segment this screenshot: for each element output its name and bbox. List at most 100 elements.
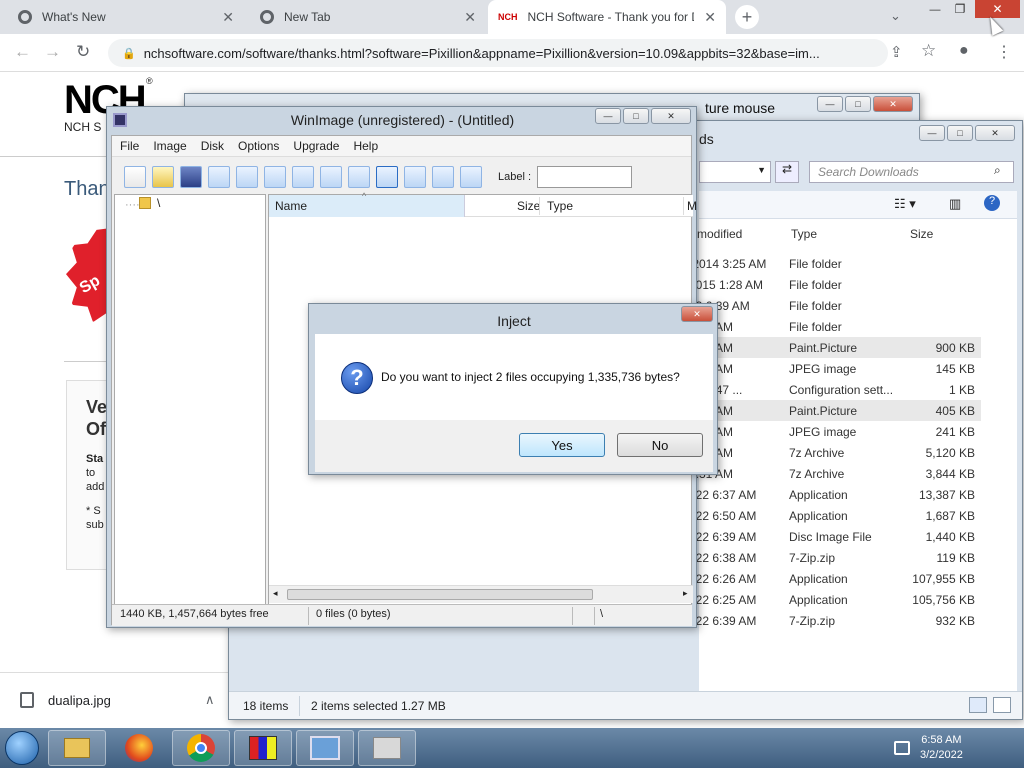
maximize-icon[interactable]: □	[947, 125, 973, 141]
views-icon[interactable]: ☷ ▾	[894, 196, 916, 212]
inject-icon[interactable]	[320, 166, 342, 188]
table-row[interactable]: 022 6:25 AM Application 105,756 KB	[689, 589, 981, 610]
column-modified[interactable]: M	[687, 199, 697, 213]
tree-root[interactable]: \	[157, 196, 160, 210]
maximize-icon[interactable]: □	[623, 108, 649, 124]
table-row[interactable]: 6:30 AM7z Archive5,120 KB	[689, 442, 981, 463]
format-icon[interactable]	[264, 166, 286, 188]
table-row[interactable]: 6:39 AMFile folder	[689, 316, 981, 337]
menu-item-upgrade[interactable]: Upgrade	[293, 139, 339, 153]
profile-icon[interactable]: ●	[959, 42, 969, 60]
refresh-icon[interactable]: ⇄	[775, 161, 799, 183]
properties-icon[interactable]	[348, 166, 370, 188]
extract-icon[interactable]	[292, 166, 314, 188]
menu-icon[interactable]: ⋮	[996, 42, 1012, 62]
table-row[interactable]: 022 6:37 AM Application 13,387 KB	[689, 484, 981, 505]
table-row[interactable]: 5:58 AMPaint.Picture405 KB	[689, 400, 981, 421]
back-icon[interactable]: ←	[14, 42, 31, 62]
sort-name-icon[interactable]	[376, 166, 398, 188]
table-row[interactable]: 6:56 AMJPEG image241 KB	[689, 421, 981, 442]
column-size[interactable]: Size	[910, 227, 933, 241]
column-date-modified[interactable]: modified	[697, 227, 742, 241]
close-icon[interactable]: ✕	[651, 108, 691, 124]
column-type[interactable]: Type	[547, 199, 573, 213]
chrome-taskbar-button[interactable]	[172, 730, 230, 766]
forward-icon[interactable]: →	[44, 42, 61, 62]
menu-item-image[interactable]: Image	[153, 139, 186, 153]
column-size[interactable]: Size	[517, 199, 540, 213]
preview-pane-icon[interactable]: ▥	[949, 196, 961, 212]
details-view-icon[interactable]	[969, 697, 987, 713]
write-disk-icon[interactable]	[236, 166, 258, 188]
inject-dialog[interactable]: Inject ✕ ? Do you want to inject 2 files…	[308, 303, 718, 475]
column-name[interactable]: Name	[275, 199, 307, 213]
column-type[interactable]: Type	[791, 227, 817, 241]
reload-icon[interactable]: ↻	[76, 42, 90, 62]
open-icon[interactable]	[152, 166, 174, 188]
help-icon[interactable]: ?	[984, 195, 1000, 211]
search-input[interactable]: Search Downloads	[809, 161, 1014, 183]
download-item-name[interactable]: dualipa.jpg	[48, 693, 111, 708]
bookmark-star-icon[interactable]: ☆	[921, 41, 936, 61]
close-tab-icon[interactable]: ✕	[704, 9, 716, 26]
menu-item-options[interactable]: Options	[238, 139, 279, 153]
close-icon[interactable]: ✕	[873, 96, 913, 112]
firefox-taskbar-button[interactable]	[110, 730, 168, 766]
clock[interactable]: 6:58 AM 3/2/2022	[920, 733, 963, 763]
tab-search-icon[interactable]: ⌄	[890, 8, 901, 24]
address-dropdown[interactable]: ▼	[699, 161, 771, 183]
printer-taskbar-button[interactable]	[358, 730, 416, 766]
network-icon[interactable]	[894, 741, 910, 755]
minimize-icon[interactable]: —	[817, 96, 843, 112]
horizontal-scrollbar[interactable]: ◂ ▸	[269, 585, 693, 603]
large-icons-view-icon[interactable]	[993, 697, 1011, 713]
label-input[interactable]	[537, 166, 633, 188]
table-row[interactable]: 022 6:39 AM Disc Image File 1,440 KB	[689, 526, 981, 547]
table-row[interactable]: 022 6:39 AM 7-Zip.zip 932 KB	[689, 610, 981, 631]
tab-new-tab[interactable]: New Tab ✕	[250, 0, 486, 34]
menu-item-help[interactable]: Help	[353, 139, 378, 153]
table-row[interactable]: 6:31 AM7z Archive3,844 KB	[689, 463, 981, 484]
download-chevron-icon[interactable]: ∧	[205, 692, 215, 708]
table-row[interactable]: 22 6:39 AM File folder	[689, 295, 981, 316]
maximize-browser-icon[interactable]: ❐	[950, 2, 970, 18]
table-row[interactable]: 6:55 AMJPEG image145 KB	[689, 358, 981, 379]
table-row[interactable]: 6:55 AMPaint.Picture900 KB	[689, 337, 981, 358]
minimize-icon[interactable]: —	[595, 108, 621, 124]
new-image-icon[interactable]	[124, 166, 146, 188]
close-icon[interactable]: ✕	[681, 306, 713, 322]
sort-size-icon[interactable]	[432, 166, 454, 188]
close-tab-icon[interactable]: ✕	[222, 9, 234, 26]
table-row[interactable]: 022 6:50 AM Application 1,687 KB	[689, 505, 981, 526]
winimage-taskbar-button[interactable]	[234, 730, 292, 766]
scroll-thumb[interactable]	[287, 589, 593, 600]
tab-nch-software[interactable]: NCH NCH Software - Thank you for D ✕	[488, 0, 726, 34]
table-row[interactable]: 1 10:47 ...Configuration sett...1 KB	[689, 379, 981, 400]
minimize-browser-icon[interactable]: —	[925, 4, 945, 20]
sort-type-icon[interactable]	[404, 166, 426, 188]
menu-item-disk[interactable]: Disk	[201, 139, 224, 153]
menu-item-file[interactable]: File	[120, 139, 139, 153]
table-row[interactable]: 022 6:26 AM Application 107,955 KB	[689, 568, 981, 589]
explorer-taskbar-button[interactable]	[48, 730, 106, 766]
share-icon[interactable]: ⇪	[890, 43, 903, 61]
sort-date-icon[interactable]	[460, 166, 482, 188]
tab-whats-new[interactable]: What's New ✕	[8, 0, 244, 34]
close-tab-icon[interactable]: ✕	[464, 9, 476, 26]
read-disk-icon[interactable]	[208, 166, 230, 188]
close-browser-button[interactable]: ✕	[975, 0, 1020, 18]
table-row[interactable]: /2014 3:25 AM File folder	[689, 253, 981, 274]
no-button[interactable]: No	[617, 433, 703, 457]
folder-tree[interactable]: ···· \	[114, 194, 266, 606]
close-icon[interactable]: ✕	[975, 125, 1015, 141]
save-icon[interactable]	[180, 166, 202, 188]
start-button[interactable]	[0, 728, 44, 768]
new-tab-button[interactable]: +	[735, 5, 759, 29]
screen-capture-taskbar-button[interactable]	[296, 730, 354, 766]
minimize-icon[interactable]: —	[919, 125, 945, 141]
table-row[interactable]: 022 6:38 AM 7-Zip.zip 119 KB	[689, 547, 981, 568]
yes-button[interactable]: Yes	[519, 433, 605, 457]
table-row[interactable]: 2015 1:28 AM File folder	[689, 274, 981, 295]
maximize-icon[interactable]: □	[845, 96, 871, 112]
url-bar[interactable]: 🔒 nchsoftware.com/software/thanks.html?s…	[108, 39, 888, 67]
